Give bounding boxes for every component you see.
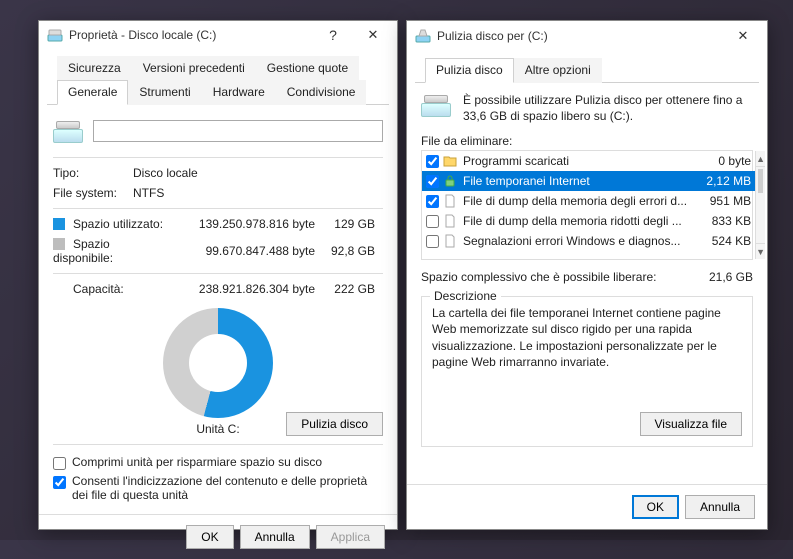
ok-button[interactable]: OK <box>186 525 233 549</box>
cleanup-large-icon <box>421 93 453 117</box>
used-gb: 129 GB <box>323 217 383 231</box>
item-checkbox[interactable] <box>426 215 439 228</box>
window-title: Pulizia disco per (C:) <box>437 29 548 43</box>
tab-pulizia[interactable]: Pulizia disco <box>425 58 514 83</box>
tab-strumenti[interactable]: Strumenti <box>128 80 201 105</box>
close-button[interactable]: ✕ <box>351 21 395 49</box>
drive-name-input[interactable] <box>93 120 383 142</box>
free-bytes: 99.670.847.488 byte <box>173 244 323 258</box>
cap-bytes: 238.921.826.304 byte <box>173 282 323 296</box>
tab-altre[interactable]: Altre opzioni <box>514 58 602 83</box>
scroll-up-icon[interactable]: ▲ <box>756 151 765 167</box>
titlebar[interactable]: Proprietà - Disco locale (C:) ? ✕ <box>39 21 397 49</box>
tab-sicurezza[interactable]: Sicurezza <box>57 56 132 80</box>
usage-chart <box>163 308 273 418</box>
list-item[interactable]: Programmi scaricati 0 byte <box>422 151 755 171</box>
tabs-row: Pulizia disco Altre opzioni <box>415 57 759 83</box>
tab-quote[interactable]: Gestione quote <box>256 56 359 80</box>
item-size: 2,12 MB <box>691 174 751 188</box>
free-label: Spazio disponibile: <box>53 237 173 265</box>
titlebar[interactable]: Pulizia disco per (C:) ✕ <box>407 21 767 51</box>
window-title: Proprietà - Disco locale (C:) <box>69 28 216 42</box>
tabs-row-1: Sicurezza Versioni precedenti Gestione q… <box>47 55 389 79</box>
item-checkbox[interactable] <box>426 235 439 248</box>
index-checkbox[interactable]: Consenti l'indicizzazione del contenuto … <box>53 472 383 504</box>
free-gb: 92,8 GB <box>323 244 383 258</box>
cancel-button[interactable]: Annulla <box>685 495 755 519</box>
cleanup-icon <box>415 28 431 44</box>
used-bytes: 139.250.978.816 byte <box>173 217 323 231</box>
list-item[interactable]: File di dump della memoria degli errori … <box>422 191 755 211</box>
tab-body: Tipo:Disco locale File system:NTFS Spazi… <box>39 105 397 514</box>
help-button[interactable]: ? <box>315 21 351 49</box>
used-label: Spazio utilizzato: <box>53 217 173 231</box>
ok-button[interactable]: OK <box>632 495 679 519</box>
item-size: 0 byte <box>691 154 751 168</box>
fs-value: NTFS <box>133 186 164 200</box>
cap-label: Capacità: <box>53 282 173 296</box>
tab-hardware[interactable]: Hardware <box>202 80 276 105</box>
lock-icon <box>443 174 457 188</box>
fs-label: File system: <box>53 186 133 200</box>
dialog-footer: OK Annulla <box>407 484 767 529</box>
compress-checkbox[interactable]: Comprimi unità per risparmiare spazio su… <box>53 453 383 472</box>
cap-gb: 222 GB <box>323 282 383 296</box>
item-size: 951 MB <box>691 194 751 208</box>
list-label: File da eliminare: <box>421 134 753 148</box>
file-icon <box>443 214 457 228</box>
scroll-thumb[interactable] <box>758 169 763 193</box>
tab-condivisione[interactable]: Condivisione <box>276 80 367 105</box>
disk-properties-window: Proprietà - Disco locale (C:) ? ✕ Sicure… <box>38 20 398 530</box>
disk-cleanup-window: Pulizia disco per (C:) ✕ Pulizia disco A… <box>406 20 768 530</box>
tabs-row-2: Generale Strumenti Hardware Condivisione <box>47 79 389 105</box>
item-label: File temporanei Internet <box>461 174 687 188</box>
folder-icon <box>443 154 457 168</box>
item-label: Segnalazioni errori Windows e diagnos... <box>461 234 687 248</box>
tab-body: È possibile utilizzare Pulizia disco per… <box>407 83 767 484</box>
tab-generale[interactable]: Generale <box>57 80 128 105</box>
item-label: File di dump della memoria degli errori … <box>461 194 687 208</box>
file-icon <box>443 234 457 248</box>
item-size: 524 KB <box>691 234 751 248</box>
apply-button[interactable]: Applica <box>316 525 385 549</box>
list-item[interactable]: File temporanei Internet 2,12 MB <box>422 171 755 191</box>
type-label: Tipo: <box>53 166 133 180</box>
drive-icon <box>53 119 81 143</box>
dialog-footer: OK Annulla Applica <box>39 514 397 559</box>
description-group: Descrizione La cartella dei file tempora… <box>421 296 753 447</box>
description-title: Descrizione <box>430 289 501 303</box>
view-files-button[interactable]: Visualizza file <box>640 412 742 436</box>
intro-text: È possibile utilizzare Pulizia disco per… <box>463 93 753 124</box>
item-checkbox[interactable] <box>426 175 439 188</box>
scroll-down-icon[interactable]: ▼ <box>756 243 765 259</box>
drive-icon-small <box>47 27 63 43</box>
scrollbar[interactable]: ▲ ▼ <box>755 151 765 259</box>
tab-versioni[interactable]: Versioni precedenti <box>132 56 256 80</box>
file-list[interactable]: Programmi scaricati 0 byte File temporan… <box>421 150 753 260</box>
description-text: La cartella dei file temporanei Internet… <box>432 305 742 370</box>
total-label: Spazio complessivo che è possibile liber… <box>421 270 709 284</box>
item-size: 833 KB <box>691 214 751 228</box>
list-item[interactable]: Segnalazioni errori Windows e diagnos...… <box>422 231 755 251</box>
close-button[interactable]: ✕ <box>721 22 765 50</box>
type-value: Disco locale <box>133 166 198 180</box>
cancel-button[interactable]: Annulla <box>240 525 310 549</box>
disk-cleanup-button[interactable]: Pulizia disco <box>286 412 383 436</box>
item-label: Programmi scaricati <box>461 154 687 168</box>
list-item[interactable]: File di dump della memoria ridotti degli… <box>422 211 755 231</box>
item-checkbox[interactable] <box>426 155 439 168</box>
item-checkbox[interactable] <box>426 195 439 208</box>
item-label: File di dump della memoria ridotti degli… <box>461 214 687 228</box>
file-icon <box>443 194 457 208</box>
total-value: 21,6 GB <box>709 270 753 284</box>
drive-caption: Unità C: <box>196 422 239 436</box>
